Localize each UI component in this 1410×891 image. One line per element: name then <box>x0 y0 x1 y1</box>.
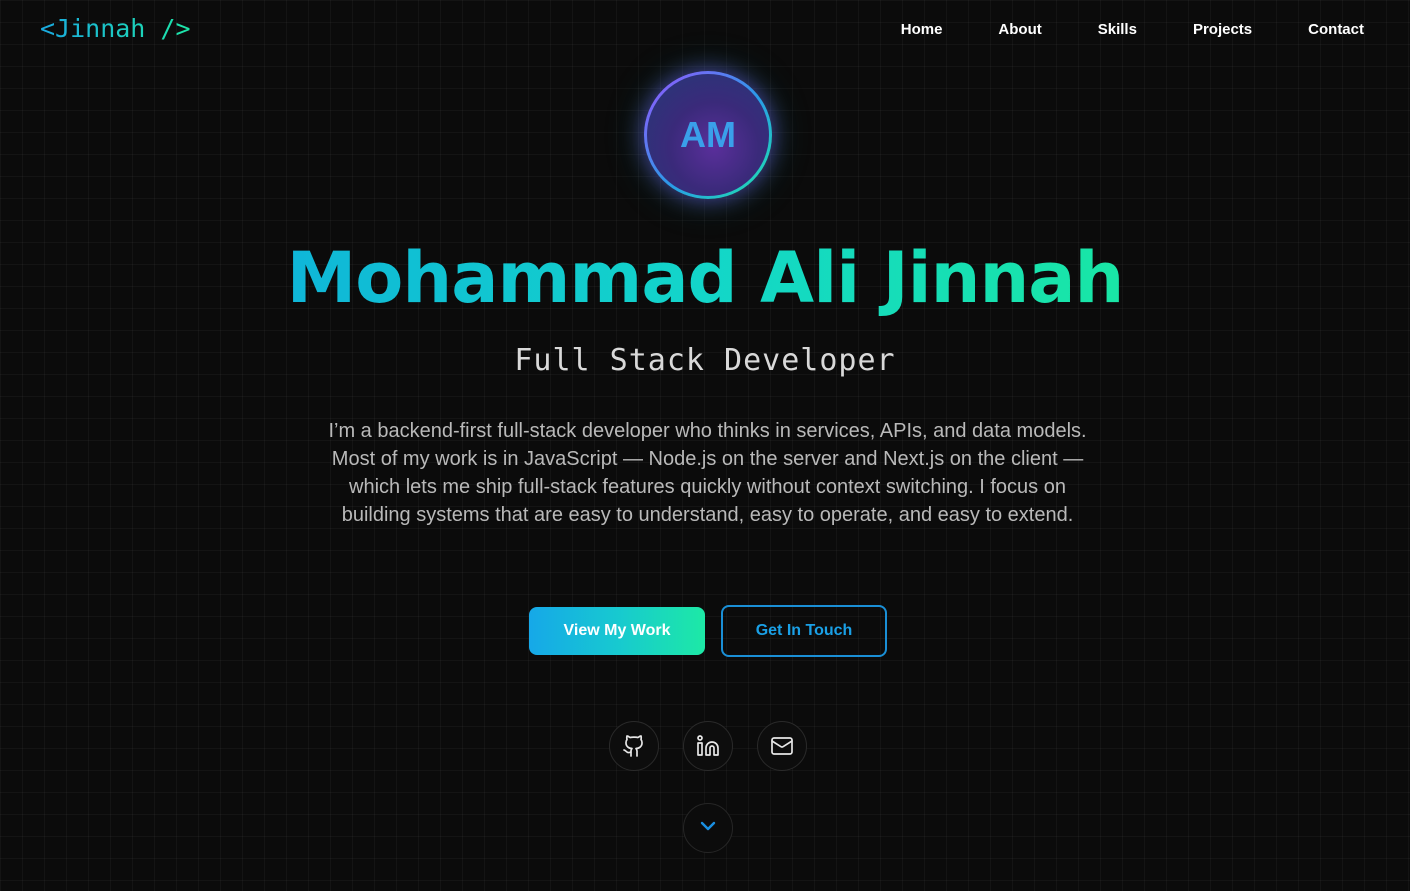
nav-item-contact[interactable]: Contact <box>1308 21 1364 38</box>
linkedin-icon <box>696 734 720 758</box>
navbar: <Jinnah /> Home About Skills Projects Co… <box>0 0 1410 60</box>
github-link[interactable] <box>609 721 659 771</box>
avatar-inner: AM <box>647 74 769 196</box>
linkedin-link[interactable] <box>683 721 733 771</box>
chevron-down-icon <box>696 814 720 843</box>
view-my-work-button[interactable]: View My Work <box>529 607 705 655</box>
mail-icon <box>770 734 794 758</box>
nav-item-projects[interactable]: Projects <box>1193 21 1252 38</box>
hero-role: Full Stack Developer <box>514 343 896 378</box>
avatar: AM <box>644 71 772 199</box>
nav-item-skills[interactable]: Skills <box>1098 21 1137 38</box>
nav-item-home[interactable]: Home <box>901 21 943 38</box>
hero-bio: I’m a backend-first full-stack developer… <box>328 420 1087 526</box>
hero-name: Mohammad Ali Jinnah <box>0 232 1410 324</box>
avatar-initials: AM <box>680 114 736 155</box>
github-icon <box>622 734 646 758</box>
scroll-down-button[interactable] <box>683 803 733 853</box>
nav-item-about[interactable]: About <box>998 21 1041 38</box>
hero-name-text: Mohammad Ali Jinnah <box>286 237 1125 319</box>
email-link[interactable] <box>757 721 807 771</box>
get-in-touch-button[interactable]: Get In Touch <box>721 605 887 657</box>
nav-links: Home About Skills Projects Contact <box>845 21 1364 38</box>
site-logo[interactable]: <Jinnah /> <box>40 14 191 43</box>
